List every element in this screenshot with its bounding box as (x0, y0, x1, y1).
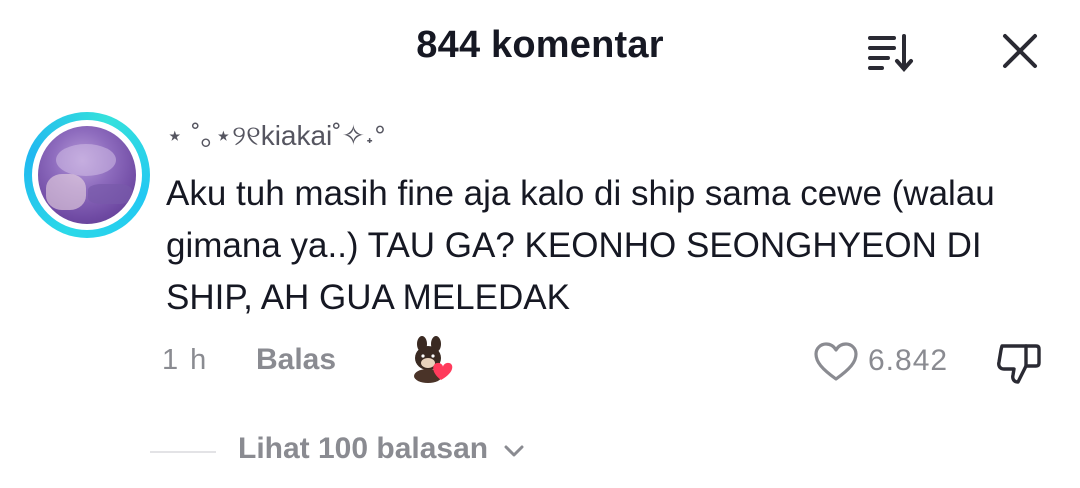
chevron-down-icon (502, 433, 526, 467)
close-icon (1003, 34, 1037, 68)
sort-button[interactable] (860, 28, 920, 76)
replies-divider (150, 451, 216, 453)
bear-heart-sticker (408, 336, 458, 384)
like-button[interactable] (812, 338, 860, 386)
dislike-button[interactable] (994, 338, 1046, 388)
heart-outline-icon (814, 342, 858, 381)
avatar-image (38, 126, 136, 224)
comment-timestamp: 1 h (162, 344, 209, 376)
sort-descending-icon (868, 34, 913, 73)
reply-button[interactable]: Balas (256, 343, 336, 377)
like-count: 6.842 (868, 344, 949, 377)
view-replies-button[interactable]: Lihat 100 balasan (238, 432, 526, 467)
comment-text: Aku tuh masih fine aja kalo di ship sama… (166, 174, 995, 317)
avatar-ring-gap (32, 120, 142, 230)
comment-username[interactable]: ⋆ ˚｡⋆୨୧kiakai˚✧˖° (166, 114, 386, 154)
view-replies-label: Lihat 100 balasan (238, 432, 489, 465)
thumbs-down-icon (997, 344, 1041, 384)
avatar[interactable] (24, 112, 150, 238)
close-button[interactable] (995, 26, 1045, 76)
comments-sheet: 844 komentar ⋆ ˚｡⋆୨୧kiakai˚✧˖° Aku tuh m… (0, 0, 1080, 488)
